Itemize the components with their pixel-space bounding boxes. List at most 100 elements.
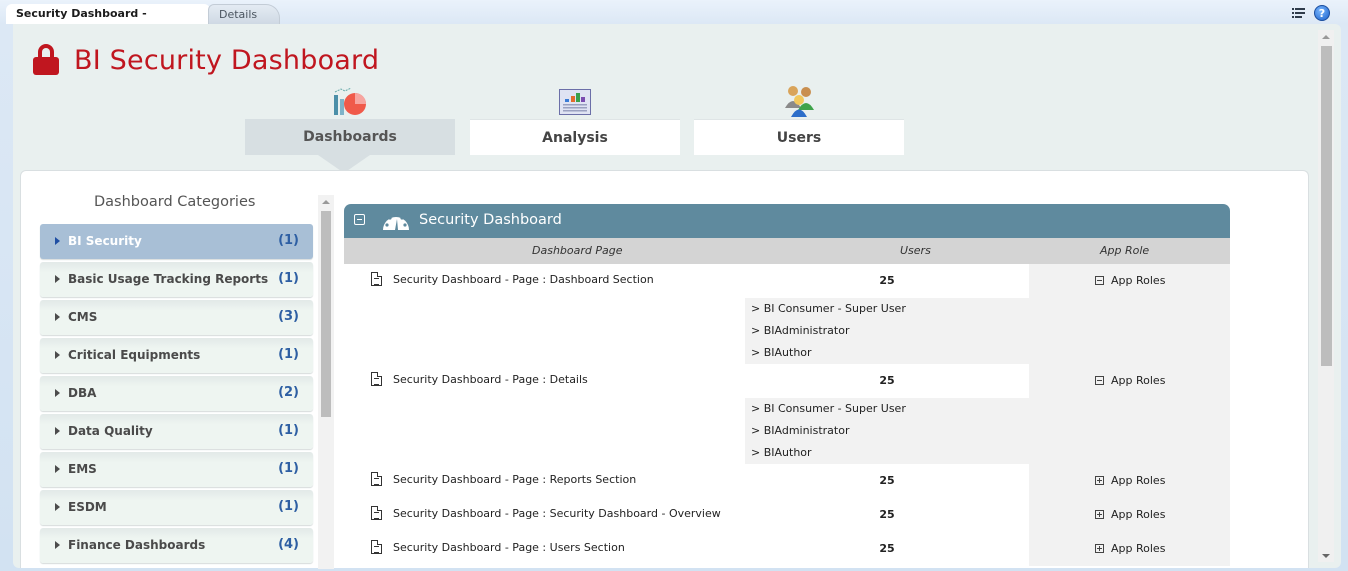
category-count: (2) xyxy=(278,385,299,400)
expand-triangle-icon xyxy=(55,465,60,473)
table-row: Security Dashboard - Page : Details 25 A… xyxy=(344,364,1230,398)
nav-tile-analysis[interactable]: Analysis xyxy=(470,119,680,155)
role-item[interactable]: > BIAdministrator xyxy=(745,320,1029,342)
column-header-users: Users xyxy=(900,244,931,257)
category-item-critical-equipments[interactable]: Critical Equipments (1) xyxy=(40,338,313,373)
category-list: BI Security (1) Basic Usage Tracking Rep… xyxy=(40,224,313,566)
page-name[interactable]: Security Dashboard - Page : Reports Sect… xyxy=(393,473,636,486)
role-item[interactable]: > BI Consumer - Super User xyxy=(745,298,1029,320)
main-content-panel: Dashboard Categories BI Security (1) Bas… xyxy=(20,170,1309,569)
page-name[interactable]: Security Dashboard - Page : Details xyxy=(393,373,588,386)
collapse-icon[interactable] xyxy=(1095,376,1104,385)
tab-security-dashboard-overview[interactable]: Security Dashboard - Overview xyxy=(6,4,210,40)
dashboards-chart-icon xyxy=(334,87,366,115)
category-item-data-quality[interactable]: Data Quality (1) xyxy=(40,414,313,449)
expand-icon[interactable] xyxy=(1095,510,1104,519)
category-item-dba[interactable]: DBA (2) xyxy=(40,376,313,411)
category-label: Basic Usage Tracking Reports xyxy=(68,272,269,286)
category-item-finance-dashboards[interactable]: Finance Dashboards (4) xyxy=(40,528,313,563)
role-list: > BI Consumer - Super User > BIAdministr… xyxy=(745,298,1029,364)
table-row: Security Dashboard - Page : Users Sectio… xyxy=(344,532,1230,566)
role-item[interactable]: > BIAuthor xyxy=(745,342,1029,364)
scroll-up-arrow-icon[interactable] xyxy=(1322,35,1330,39)
app-roles-toggle[interactable]: App Roles xyxy=(1111,374,1165,387)
expand-triangle-icon xyxy=(55,389,60,397)
category-item-bi-security[interactable]: BI Security (1) xyxy=(40,224,313,259)
category-label: EMS xyxy=(68,462,97,476)
category-count: (4) xyxy=(278,537,299,552)
scroll-up-arrow-icon[interactable] xyxy=(322,200,330,204)
category-item-basic-usage-tracking-reports[interactable]: Basic Usage Tracking Reports (1) xyxy=(40,262,313,297)
app-role-fill xyxy=(1029,298,1230,364)
expand-triangle-icon xyxy=(55,427,60,435)
app-roles-toggle[interactable]: App Roles xyxy=(1111,508,1165,521)
nav-tile-dashboards[interactable]: Dashboards xyxy=(245,119,455,155)
category-scrollbar[interactable] xyxy=(318,195,334,569)
security-dashboard-panel: Security Dashboard Dashboard Page Users … xyxy=(344,204,1230,568)
role-list: > BI Consumer - Super User > BIAdministr… xyxy=(745,398,1029,464)
category-count: (1) xyxy=(278,271,299,286)
category-item-esdm[interactable]: ESDM (1) xyxy=(40,490,313,525)
help-icon[interactable]: ? xyxy=(1314,5,1330,21)
page-scrollbar[interactable] xyxy=(1318,30,1334,562)
document-icon xyxy=(371,272,382,286)
panel-title: Security Dashboard xyxy=(419,212,562,228)
category-item-cms[interactable]: CMS (3) xyxy=(40,300,313,335)
column-header-app-role: App Role xyxy=(1100,244,1150,257)
users-count: 25 xyxy=(745,464,1029,498)
scrollbar-thumb[interactable] xyxy=(1321,46,1332,366)
page-tab-strip: Security Dashboard - Overview Details ? xyxy=(0,0,1348,40)
gauge-icon xyxy=(383,213,409,230)
role-item[interactable]: > BIAuthor xyxy=(745,442,1029,464)
table-row: Security Dashboard - Page : Security Das… xyxy=(344,498,1230,532)
lock-icon xyxy=(33,44,59,75)
expand-icon[interactable] xyxy=(1095,476,1104,485)
expand-triangle-icon xyxy=(55,541,60,549)
role-item[interactable]: > BIAdministrator xyxy=(745,420,1029,442)
scrollbar-thumb[interactable] xyxy=(321,211,331,417)
app-roles-toggle[interactable]: App Roles xyxy=(1111,274,1165,287)
app-roles-toggle[interactable]: App Roles xyxy=(1111,542,1165,555)
tab-details[interactable]: Details xyxy=(208,4,280,24)
page-name[interactable]: Security Dashboard - Page : Security Das… xyxy=(393,507,721,520)
app-role-cell: App Roles xyxy=(1029,498,1230,532)
expand-triangle-icon xyxy=(55,503,60,511)
users-count: 25 xyxy=(745,532,1029,566)
category-count: (1) xyxy=(278,499,299,514)
column-header-dashboard-page: Dashboard Page xyxy=(532,244,623,257)
nav-tile-users[interactable]: Users xyxy=(694,119,904,155)
expand-icon[interactable] xyxy=(1095,544,1104,553)
categories-title: Dashboard Categories xyxy=(94,194,256,210)
collapse-icon[interactable] xyxy=(354,214,365,225)
category-item-ems[interactable]: EMS (1) xyxy=(40,452,313,487)
category-label: DBA xyxy=(68,386,97,400)
category-label: Data Quality xyxy=(68,424,153,438)
table-row: Security Dashboard - Page : Reports Sect… xyxy=(344,464,1230,498)
page-options-icon[interactable] xyxy=(1292,6,1308,20)
table-header: Dashboard Page Users App Role xyxy=(344,238,1230,264)
document-icon xyxy=(371,540,382,554)
users-count: 25 xyxy=(745,264,1029,298)
category-count: (1) xyxy=(278,423,299,438)
document-icon xyxy=(371,506,382,520)
page-name[interactable]: Security Dashboard - Page : Users Sectio… xyxy=(393,541,625,554)
document-icon xyxy=(371,372,382,386)
page-name[interactable]: Security Dashboard - Page : Dashboard Se… xyxy=(393,273,654,286)
category-count: (3) xyxy=(278,309,299,324)
category-label: ESDM xyxy=(68,500,107,514)
app-roles-toggle[interactable]: App Roles xyxy=(1111,474,1165,487)
expand-triangle-icon xyxy=(55,351,60,359)
category-label: Finance Dashboards xyxy=(68,538,206,552)
collapse-icon[interactable] xyxy=(1095,276,1104,285)
app-role-cell: App Roles xyxy=(1029,364,1230,398)
users-count: 25 xyxy=(745,364,1029,398)
analysis-report-icon xyxy=(559,89,591,115)
app-role-fill xyxy=(1029,398,1230,464)
expand-triangle-icon xyxy=(55,313,60,321)
category-label: BI Security xyxy=(68,234,142,248)
page-title: BI Security Dashboard xyxy=(74,45,380,76)
table-row: Security Dashboard - Page : Dashboard Se… xyxy=(344,264,1230,298)
scroll-down-arrow-icon[interactable] xyxy=(1322,554,1330,558)
role-item[interactable]: > BI Consumer - Super User xyxy=(745,398,1029,420)
category-count: (1) xyxy=(278,461,299,476)
